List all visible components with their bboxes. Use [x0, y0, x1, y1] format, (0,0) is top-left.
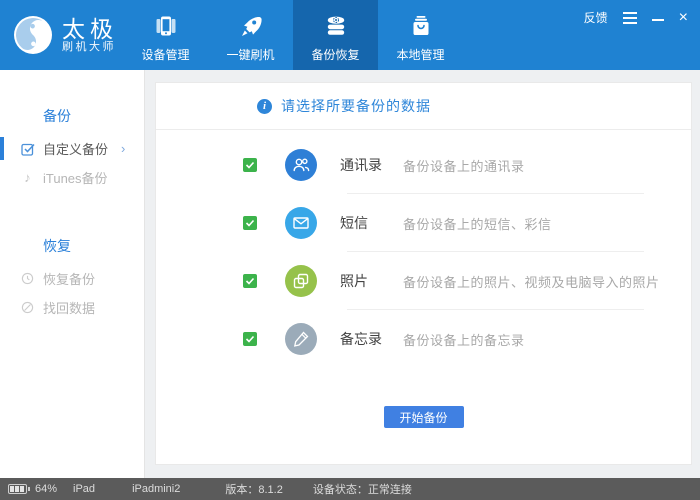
contacts-icon: [285, 149, 317, 181]
info-banner: i 请选择所要备份的数据: [156, 83, 691, 130]
restore-backup-icon: [20, 272, 35, 285]
device-name: iPadmini2: [132, 483, 181, 495]
tab-label: 备份恢复: [311, 48, 360, 62]
backup-item-list: 通讯录 备份设备上的通讯录 短信 备份设备上的短信、彩信 照片 备份设备上的照片…: [156, 130, 691, 368]
button-area: 开始备份: [156, 406, 691, 428]
feedback-link[interactable]: 反馈: [584, 9, 608, 26]
custom-backup-icon: [20, 142, 35, 156]
music-note-icon: ♪: [24, 170, 31, 185]
list-item-contacts: 通讯录 备份设备上的通讯录: [156, 136, 691, 194]
content-area: 备份 自定义备份 › ♪ iTunes备份 恢复 恢复备份 找回数据 i 请选择…: [0, 70, 700, 478]
photos-icon: [285, 265, 317, 297]
tab-one-key-flash[interactable]: 一键刷机: [208, 0, 293, 70]
device-type: iPad: [73, 483, 96, 495]
app-logo: 太极 刷机大师: [13, 15, 118, 55]
status-bar: 64% iPad iPadmini2 版本：8.1.2 设备状态：正常连接: [0, 478, 700, 500]
app-window: 太极 刷机大师 设备管理 一键刷机 备份恢复 本地管理 反馈 × 备份 自定义备…: [0, 0, 700, 500]
list-item-notes: 备忘录 备份设备上的备忘录: [156, 310, 691, 368]
brand-subtitle: 刷机大师: [62, 40, 116, 53]
item-title: 备忘录: [340, 331, 382, 347]
list-item-sms: 短信 备份设备上的短信、彩信: [156, 194, 691, 252]
rocket-icon: [238, 10, 264, 42]
tab-device-manage[interactable]: 设备管理: [123, 0, 208, 70]
start-backup-button[interactable]: 开始备份: [383, 406, 464, 428]
database-icon: [323, 10, 349, 42]
brand-text: 太极 刷机大师: [62, 17, 118, 54]
version-label: 版本：8.1.2: [225, 484, 283, 496]
tab-label: 本地管理: [396, 48, 445, 62]
tab-label: 一键刷机: [226, 48, 275, 62]
device-manage-icon: [153, 10, 179, 42]
header: 太极 刷机大师 设备管理 一键刷机 备份恢复 本地管理 反馈 ×: [0, 0, 700, 70]
battery-percent: 64%: [35, 483, 58, 495]
info-icon: i: [257, 98, 272, 114]
sidebar-item-restore-backup[interactable]: 恢复备份: [0, 264, 144, 293]
item-title: 通讯录: [340, 157, 382, 173]
tab-label: 设备管理: [141, 48, 190, 62]
item-title: 短信: [340, 215, 368, 231]
sidebar: 备份 自定义备份 › ♪ iTunes备份 恢复 恢复备份 找回数据: [0, 70, 145, 478]
item-description: 备份设备上的短信、彩信: [403, 216, 552, 232]
item-title: 照片: [340, 273, 368, 289]
sidebar-item-recover-data[interactable]: 找回数据: [0, 293, 144, 322]
taiji-logo-icon: [13, 15, 53, 55]
chevron-right-icon: ›: [121, 141, 126, 156]
notes-icon: [285, 323, 317, 355]
backup-card: i 请选择所要备份的数据 通讯录 备份设备上的通讯录 短信 备份设备上的短信、彩…: [155, 82, 692, 465]
item-description: 备份设备上的备忘录: [403, 332, 525, 348]
minimize-icon[interactable]: [651, 19, 664, 21]
sidebar-item-label: 找回数据: [43, 301, 96, 316]
brand-title: 太极: [62, 15, 118, 42]
list-item-photos: 照片 备份设备上的照片、视频及电脑导入的照片: [156, 252, 691, 310]
recover-data-icon: [20, 301, 35, 314]
sidebar-item-label: 自定义备份: [43, 142, 109, 157]
main-panel: i 请选择所要备份的数据 通讯录 备份设备上的通讯录 短信 备份设备上的短信、彩…: [145, 70, 700, 478]
banner-text: 请选择所要备份的数据: [281, 98, 431, 114]
menu-icon[interactable]: [622, 11, 637, 24]
sidebar-section-backup: 备份: [43, 108, 71, 124]
battery-icon: [8, 484, 30, 494]
sidebar-item-label: 恢复备份: [43, 272, 96, 287]
sms-checkbox[interactable]: [243, 216, 257, 230]
sidebar-section-restore: 恢复: [43, 238, 71, 254]
notes-checkbox[interactable]: [243, 332, 257, 346]
bag-icon: [408, 10, 434, 42]
tab-local-manage[interactable]: 本地管理: [378, 0, 463, 70]
sidebar-item-label: iTunes备份: [43, 171, 108, 186]
device-status: 设备状态：正常连接: [312, 484, 412, 496]
item-description: 备份设备上的通讯录: [403, 158, 525, 174]
close-icon[interactable]: ×: [679, 9, 688, 25]
item-description: 备份设备上的照片、视频及电脑导入的照片: [403, 274, 660, 290]
sms-icon: [285, 207, 317, 239]
sidebar-item-itunes-backup[interactable]: ♪ iTunes备份: [0, 163, 144, 192]
photos-checkbox[interactable]: [243, 274, 257, 288]
tab-backup-restore[interactable]: 备份恢复: [293, 0, 378, 70]
contacts-checkbox[interactable]: [243, 158, 257, 172]
sidebar-item-custom-backup[interactable]: 自定义备份 ›: [0, 134, 144, 163]
window-controls: 反馈 ×: [584, 9, 688, 26]
